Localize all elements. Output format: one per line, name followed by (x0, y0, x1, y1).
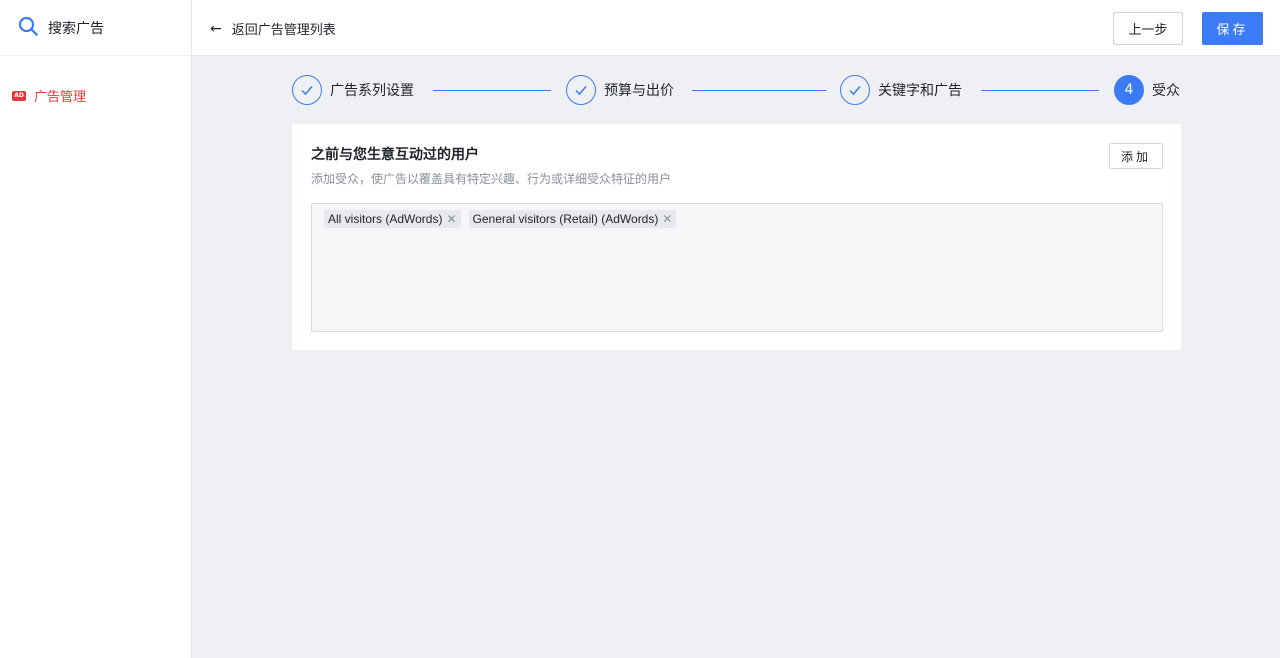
tag-label: All visitors (AdWords) (328, 212, 443, 226)
tag-label: General visitors (Retail) (AdWords) (472, 212, 659, 226)
top-bar: ← 返回广告管理列表 上一步 保存 (192, 0, 1280, 56)
close-icon[interactable]: ✕ (662, 212, 672, 226)
step-connector (981, 90, 1099, 91)
step-connector (433, 90, 551, 91)
step-campaign-settings[interactable]: 广告系列设置 (292, 74, 414, 106)
sidebar-header: 搜索广告 (0, 0, 191, 56)
sidebar: 搜索广告 AD 广告管理 (0, 0, 192, 658)
check-icon (840, 75, 870, 105)
check-icon (566, 75, 596, 105)
stepper: 广告系列设置 预算与出价 关键字和广告 4 受众 (292, 74, 1192, 106)
step-budget-bidding[interactable]: 预算与出价 (566, 74, 674, 106)
prev-step-button[interactable]: 上一步 (1113, 12, 1183, 45)
save-button[interactable]: 保存 (1202, 12, 1263, 45)
step-connector (692, 90, 826, 91)
step-label: 关键字和广告 (878, 83, 962, 99)
back-link-label: 返回广告管理列表 (231, 23, 336, 38)
ad-icon: AD (12, 90, 26, 101)
sidebar-item-label: 广告管理 (34, 90, 87, 105)
audience-tag: General visitors (Retail) (AdWords) ✕ (468, 210, 677, 228)
app-root: 搜索广告 AD 广告管理 ← 返回广告管理列表 上一步 保存 广告系列设置 预算… (0, 0, 1280, 658)
step-audience[interactable]: 4 受众 (1114, 74, 1180, 106)
add-audience-button[interactable]: 添加 (1109, 143, 1163, 169)
close-icon[interactable]: ✕ (446, 212, 456, 226)
check-icon (292, 75, 322, 105)
step-number: 4 (1114, 75, 1144, 105)
step-label: 受众 (1152, 83, 1180, 99)
search-icon[interactable] (18, 16, 38, 40)
app-title: 搜索广告 (48, 20, 104, 37)
step-label: 广告系列设置 (330, 83, 414, 99)
arrow-left-icon: ← (210, 20, 222, 37)
audience-tag: All visitors (AdWords) ✕ (324, 210, 461, 228)
sidebar-item-ad-management[interactable]: AD 广告管理 (12, 86, 86, 105)
back-link[interactable]: ← 返回广告管理列表 (210, 19, 336, 39)
step-keywords-ads[interactable]: 关键字和广告 (840, 74, 962, 106)
step-label: 预算与出价 (604, 83, 674, 99)
audience-title: 之前与您生意互动过的用户 (311, 147, 479, 163)
audience-card: 之前与您生意互动过的用户 添加受众，使广告以覆盖具有特定兴趣、行为或详细受众特征… (292, 124, 1181, 350)
audience-tag-input[interactable]: All visitors (AdWords) ✕ General visitor… (311, 203, 1163, 332)
audience-description: 添加受众，使广告以覆盖具有特定兴趣、行为或详细受众特征的用户 (311, 172, 672, 186)
